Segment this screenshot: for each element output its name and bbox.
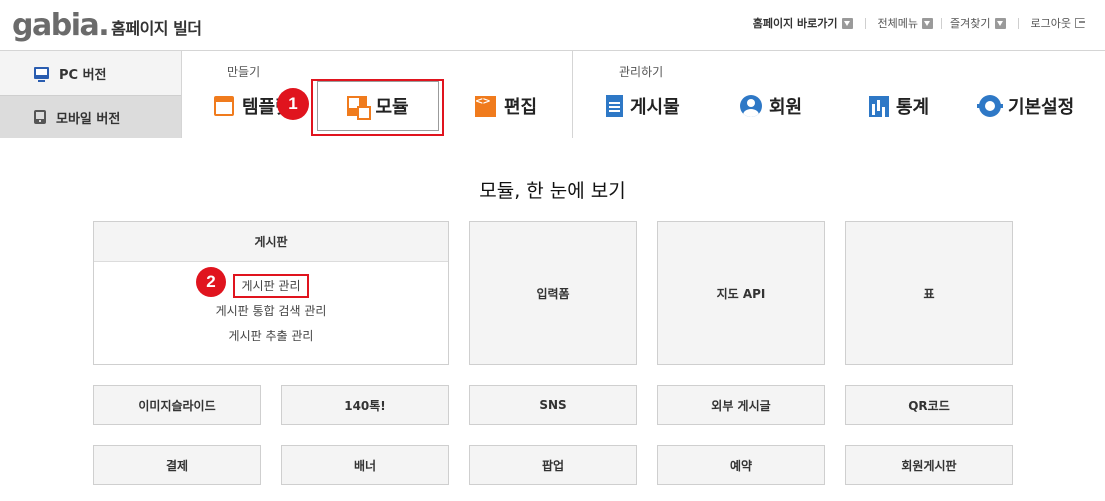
code-edit-icon: <> — [475, 95, 496, 117]
mobile-version-tab[interactable]: 모바일 버전 — [0, 95, 181, 138]
logout-label: 로그아웃 — [1030, 17, 1071, 30]
tab-board-label: 게시물 — [630, 97, 680, 118]
module-card-qr-code[interactable]: QR코드 — [845, 385, 1013, 425]
logo-wordmark: gabia. — [12, 8, 110, 43]
tab-module[interactable]: 모듈 — [317, 81, 439, 131]
logo-subtitle: 홈페이지 빌더 — [111, 19, 202, 38]
module-card-popup[interactable]: 팝업 — [469, 445, 637, 485]
module-card-image-slide[interactable]: 이미지슬라이드 — [93, 385, 261, 425]
dropdown-arrow-icon — [922, 17, 934, 29]
manage-section-label: 관리하기 — [619, 65, 664, 79]
mobile-version-label: 모바일 버전 — [56, 111, 121, 127]
all-menu-link[interactable]: 전체메뉴 — [877, 15, 934, 31]
step-marker-1: 1 — [277, 88, 309, 120]
tab-settings-label: 기본설정 — [1008, 97, 1075, 118]
all-menu-label: 전체메뉴 — [877, 17, 919, 30]
board-manage-label: 게시판 관리 — [233, 274, 309, 298]
module-card-external-post[interactable]: 외부 게시글 — [657, 385, 825, 425]
tab-settings[interactable]: 기본설정 — [977, 91, 1075, 121]
module-card-140talk[interactable]: 140톡! — [281, 385, 449, 425]
user-icon — [740, 95, 762, 117]
module-card-banner[interactable]: 배너 — [281, 445, 449, 485]
dropdown-arrow-icon — [994, 17, 1006, 29]
top-bar: gabia. 홈페이지 빌더 홈페이지 바로가기 전체메뉴 즐겨찾기 로그아웃 — [0, 0, 1105, 50]
tab-member-label: 회원 — [769, 97, 803, 118]
board-card-heading: 게시판 — [94, 222, 448, 262]
page-title: 모듈, 한 눈에 보기 — [479, 180, 626, 202]
divider — [941, 17, 943, 29]
board-module-card: 게시판 게시판 관리 게시판 통합 검색 관리 게시판 추출 관리 2 — [93, 221, 449, 365]
tab-board-posts[interactable]: 게시물 — [606, 91, 680, 121]
step-marker-2: 2 — [196, 267, 226, 297]
favorites-label: 즐겨찾기 — [950, 17, 991, 30]
divider — [1017, 17, 1019, 29]
board-extract-manage-link[interactable]: 게시판 추출 관리 — [94, 324, 448, 349]
home-shortcut-label: 홈페이지 바로가기 — [752, 17, 838, 30]
board-links-list: 게시판 관리 게시판 통합 검색 관리 게시판 추출 관리 — [94, 274, 448, 349]
tab-edit-label: 편집 — [504, 97, 538, 118]
tab-edit[interactable]: <> 편집 — [475, 91, 537, 121]
module-blocks-icon — [347, 96, 372, 120]
manage-section: 관리하기 게시물 회원 통계 기본설정 — [572, 51, 1105, 138]
divider — [864, 17, 866, 29]
favorites-link[interactable]: 즐겨찾기 — [950, 15, 1006, 31]
tab-module-label: 모듈 — [375, 97, 409, 118]
bar-chart-icon — [869, 95, 889, 117]
pc-version-tab[interactable]: PC 버전 — [14, 51, 182, 95]
pc-version-label: PC 버전 — [59, 67, 107, 83]
monitor-icon — [34, 67, 49, 82]
logo[interactable]: gabia. 홈페이지 빌더 — [12, 9, 202, 41]
utility-menu: 홈페이지 바로가기 전체메뉴 즐겨찾기 로그아웃 — [753, 15, 1085, 31]
home-shortcut-link[interactable]: 홈페이지 바로가기 — [753, 15, 853, 31]
board-manage-link[interactable]: 게시판 관리 — [94, 274, 448, 299]
tab-member[interactable]: 회원 — [740, 91, 802, 121]
module-card-input-form[interactable]: 입력폼 — [469, 221, 637, 365]
board-search-manage-link[interactable]: 게시판 통합 검색 관리 — [94, 299, 448, 324]
tab-stats[interactable]: 통계 — [869, 91, 929, 121]
module-card-map-api[interactable]: 지도 API — [657, 221, 825, 365]
module-card-reservation[interactable]: 예약 — [657, 445, 825, 485]
tab-stats-label: 통계 — [896, 97, 930, 118]
document-icon — [606, 95, 623, 117]
template-window-icon — [214, 96, 234, 116]
logout-link[interactable]: 로그아웃 — [1031, 15, 1085, 31]
module-card-payment[interactable]: 결제 — [93, 445, 261, 485]
make-section: 만들기 템플릿 모듈 <> 편집 1 — [181, 51, 572, 138]
module-card-table[interactable]: 표 — [845, 221, 1013, 365]
main-nav: PC 버전 모바일 버전 만들기 템플릿 모듈 <> 편집 1 관리하기 게시물 — [0, 50, 1105, 138]
gear-icon — [977, 95, 1003, 117]
module-card-sns[interactable]: SNS — [469, 385, 637, 425]
dropdown-arrow-icon — [841, 17, 853, 29]
platform-switch: PC 버전 모바일 버전 — [0, 51, 182, 138]
logout-icon — [1075, 18, 1085, 28]
make-section-label: 만들기 — [227, 65, 261, 79]
module-card-member-board[interactable]: 회원게시판 — [845, 445, 1013, 485]
mobile-phone-icon — [34, 110, 46, 124]
